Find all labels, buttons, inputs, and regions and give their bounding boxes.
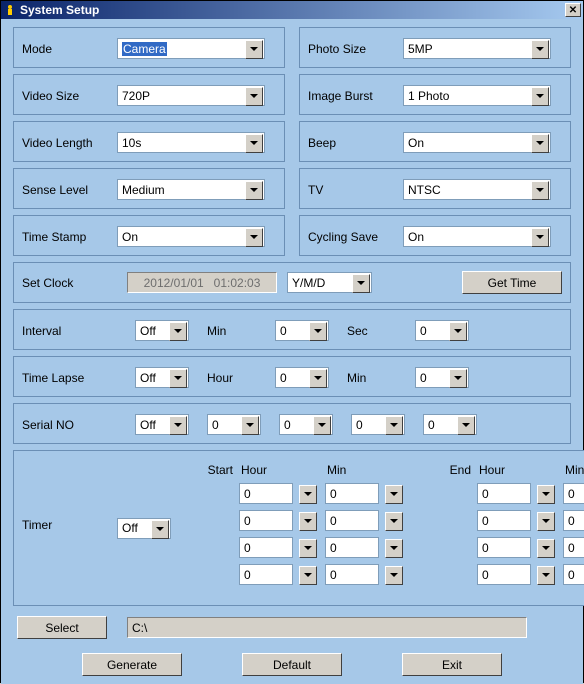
image-burst-select[interactable]: 1 Photo: [403, 85, 551, 106]
timer-r1-em[interactable]: 0: [563, 510, 584, 531]
interval-min-select[interactable]: 0: [275, 320, 329, 341]
timelapse-min-label: Min: [347, 371, 397, 385]
timelapse-hour-select[interactable]: 0: [275, 367, 329, 388]
timer-grid: Start Hour Min End Hour Min 0 0 0 0 0 0: [177, 463, 584, 585]
video-size-label: Video Size: [22, 89, 117, 103]
path-row: Select: [13, 616, 571, 639]
timelapse-group: Time Lapse Off Hour 0 Min 0: [13, 356, 571, 397]
app-icon: [3, 3, 17, 17]
timelapse-label: Time Lapse: [22, 371, 117, 385]
timer-r2-eh[interactable]: 0: [477, 537, 531, 558]
timer-r0-sm[interactable]: 0: [325, 483, 379, 504]
timelapse-hour-label: Hour: [207, 371, 257, 385]
timer-start-hour-header: Hour: [239, 463, 319, 477]
timer-start-min-header: Min: [325, 463, 405, 477]
timelapse-min-select[interactable]: 0: [415, 367, 469, 388]
timer-r2-sm[interactable]: 0: [325, 537, 379, 558]
cycling-save-group: Cycling Save On: [299, 215, 571, 256]
serial-enable-select[interactable]: Off: [135, 414, 189, 435]
image-burst-label: Image Burst: [308, 89, 403, 103]
titlebar: System Setup ✕: [1, 1, 583, 19]
video-size-select[interactable]: 720P: [117, 85, 265, 106]
timer-r1-sm[interactable]: 0: [325, 510, 379, 531]
video-length-group: Video Length 10s: [13, 121, 285, 162]
mode-group: Mode Camera: [13, 27, 285, 68]
clock-format-select[interactable]: Y/M/D: [287, 272, 372, 293]
timer-end-hour-header: Hour: [477, 463, 557, 477]
timer-end-header: End: [411, 463, 471, 477]
timer-r3-sm[interactable]: 0: [325, 564, 379, 585]
timelapse-select[interactable]: Off: [135, 367, 189, 388]
select-path-button[interactable]: Select: [17, 616, 107, 639]
default-button[interactable]: Default: [242, 653, 342, 676]
video-size-group: Video Size 720P: [13, 74, 285, 115]
mode-select[interactable]: Camera: [117, 38, 265, 59]
set-clock-label: Set Clock: [22, 276, 117, 290]
timer-end-min-header: Min: [563, 463, 584, 477]
timer-label: Timer: [22, 518, 117, 532]
time-stamp-label: Time Stamp: [22, 230, 117, 244]
timer-r0-em[interactable]: 0: [563, 483, 584, 504]
interval-sec-select[interactable]: 0: [415, 320, 469, 341]
system-setup-window: System Setup ✕ Mode Camera Photo Size 5M…: [0, 0, 584, 683]
photo-size-label: Photo Size: [308, 42, 403, 56]
serial-group: Serial NO Off 0 0 0 0: [13, 403, 571, 444]
timer-r0-eh[interactable]: 0: [477, 483, 531, 504]
timer-r2-em[interactable]: 0: [563, 537, 584, 558]
mode-label: Mode: [22, 42, 117, 56]
timer-start-header: Start: [177, 463, 233, 477]
sense-level-select[interactable]: Medium: [117, 179, 265, 200]
generate-button[interactable]: Generate: [82, 653, 182, 676]
timer-enable-select[interactable]: Off: [117, 518, 171, 539]
set-clock-group: Set Clock Y/M/D Get Time: [13, 262, 571, 303]
beep-select[interactable]: On: [403, 132, 551, 153]
exit-button[interactable]: Exit: [402, 653, 502, 676]
timer-r0-sh[interactable]: 0: [239, 483, 293, 504]
close-button[interactable]: ✕: [565, 3, 581, 17]
time-stamp-group: Time Stamp On: [13, 215, 285, 256]
interval-sec-label: Sec: [347, 324, 397, 338]
timer-group: Timer Off Start Hour Min End Hour Min 0 …: [13, 450, 584, 606]
time-stamp-select[interactable]: On: [117, 226, 265, 247]
cycling-save-select[interactable]: On: [403, 226, 551, 247]
interval-select[interactable]: Off: [135, 320, 189, 341]
timer-r3-em[interactable]: 0: [563, 564, 584, 585]
timer-r1-sh[interactable]: 0: [239, 510, 293, 531]
beep-group: Beep On: [299, 121, 571, 162]
path-field[interactable]: [127, 617, 527, 638]
interval-min-label: Min: [207, 324, 257, 338]
serial-label: Serial NO: [22, 418, 117, 432]
sense-level-group: Sense Level Medium: [13, 168, 285, 209]
clock-value-field[interactable]: [127, 272, 277, 293]
content-area: Mode Camera Photo Size 5MP Video Size 72…: [1, 19, 583, 684]
serial-d2-select[interactable]: 0: [279, 414, 333, 435]
sense-level-label: Sense Level: [22, 183, 117, 197]
image-burst-group: Image Burst 1 Photo: [299, 74, 571, 115]
interval-label: Interval: [22, 324, 117, 338]
photo-size-group: Photo Size 5MP: [299, 27, 571, 68]
video-length-select[interactable]: 10s: [117, 132, 265, 153]
tv-group: TV NTSC: [299, 168, 571, 209]
cycling-save-label: Cycling Save: [308, 230, 403, 244]
action-row: Generate Default Exit: [13, 653, 571, 676]
serial-d3-select[interactable]: 0: [351, 414, 405, 435]
timer-r3-sh[interactable]: 0: [239, 564, 293, 585]
tv-select[interactable]: NTSC: [403, 179, 551, 200]
serial-d4-select[interactable]: 0: [423, 414, 477, 435]
timer-r3-eh[interactable]: 0: [477, 564, 531, 585]
serial-d1-select[interactable]: 0: [207, 414, 261, 435]
get-time-button[interactable]: Get Time: [462, 271, 562, 294]
interval-group: Interval Off Min 0 Sec 0: [13, 309, 571, 350]
window-title: System Setup: [20, 3, 99, 17]
photo-size-select[interactable]: 5MP: [403, 38, 551, 59]
timer-r2-sh[interactable]: 0: [239, 537, 293, 558]
beep-label: Beep: [308, 136, 403, 150]
video-length-label: Video Length: [22, 136, 117, 150]
timer-r1-eh[interactable]: 0: [477, 510, 531, 531]
tv-label: TV: [308, 183, 403, 197]
